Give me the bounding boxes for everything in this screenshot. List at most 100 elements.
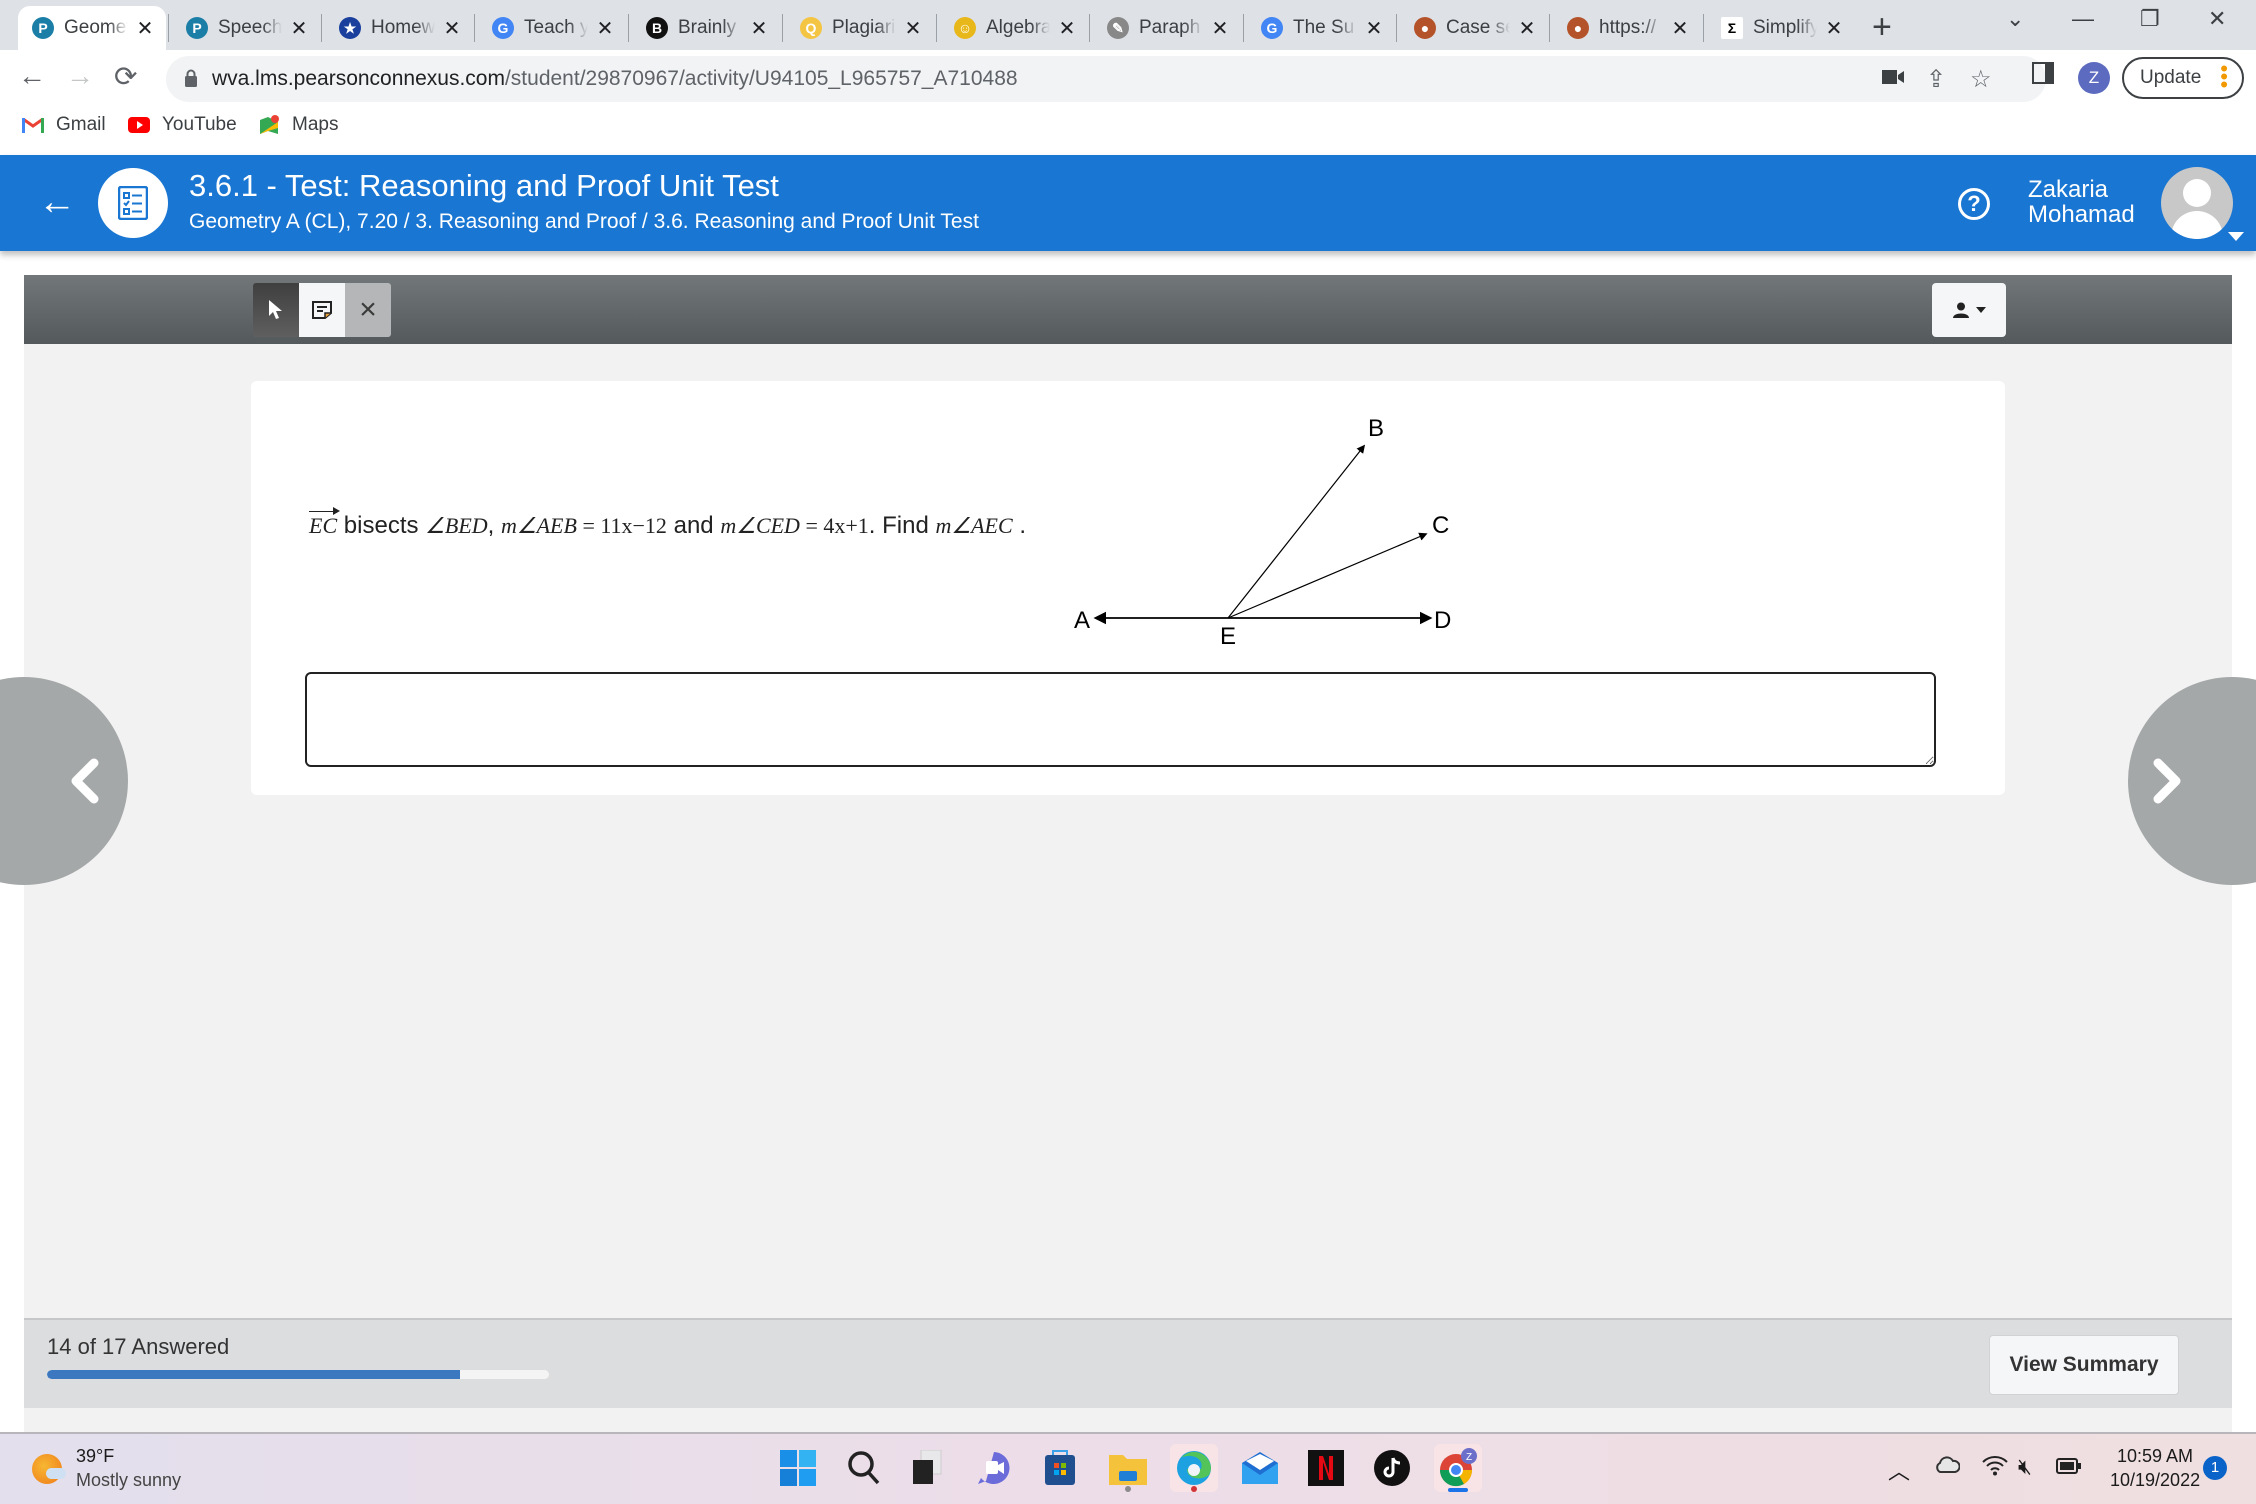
caret-down-icon[interactable] bbox=[2228, 232, 2244, 241]
pointer-tool-button[interactable] bbox=[253, 283, 299, 337]
onedrive-cloud-icon[interactable] bbox=[1934, 1454, 1961, 1480]
ray-ec bbox=[1227, 532, 1428, 619]
url-path: /student/29870967/activity/U94105_L96575… bbox=[504, 67, 1018, 90]
tab-title: Speech bbox=[218, 17, 282, 38]
start-button[interactable] bbox=[774, 1444, 822, 1492]
bookmark-gmail[interactable]: Gmail bbox=[22, 114, 106, 136]
forward-button[interactable]: → bbox=[66, 60, 94, 92]
help-icon[interactable]: ? bbox=[1958, 188, 1990, 220]
tab-title: Brainly bbox=[678, 17, 737, 38]
tab-close-icon[interactable]: ✕ bbox=[1516, 16, 1538, 41]
tab-close-icon[interactable]: ✕ bbox=[902, 16, 924, 41]
browser-tab[interactable]: P Speech ✕ bbox=[172, 6, 322, 50]
bookmark-maps[interactable]: Maps bbox=[258, 114, 338, 136]
microsoft-store-button[interactable] bbox=[1036, 1444, 1084, 1492]
browser-tab[interactable]: B Brainly ✕ bbox=[632, 6, 782, 50]
chrome-button[interactable]: Z bbox=[1434, 1444, 1482, 1492]
avatar[interactable] bbox=[2161, 167, 2233, 239]
url-host: wva.lms.pearsonconnexus.com bbox=[212, 67, 505, 90]
tab-close-icon[interactable]: ✕ bbox=[288, 16, 310, 41]
file-explorer-button[interactable] bbox=[1104, 1444, 1152, 1492]
person-icon bbox=[1953, 302, 1969, 318]
browser-tab[interactable]: Σ Simplify ✕ bbox=[1707, 6, 1857, 50]
update-button[interactable]: Update • • • bbox=[2122, 57, 2244, 99]
system-clock[interactable]: 10:59 AM 10/19/2022 bbox=[2110, 1444, 2200, 1492]
browser-tab[interactable]: ● Case se ✕ bbox=[1400, 6, 1550, 50]
browser-tab[interactable]: P Geometry ✕ bbox=[18, 6, 166, 50]
restore-icon[interactable]: ❐ bbox=[2140, 6, 2160, 32]
edge-button[interactable] bbox=[1170, 1444, 1218, 1492]
browser-tab[interactable]: ★ Homework ✕ bbox=[325, 6, 475, 50]
camera-icon[interactable] bbox=[1882, 65, 1906, 93]
tab-separator bbox=[1703, 14, 1704, 42]
browser-tab[interactable]: G The Su ✕ bbox=[1247, 6, 1397, 50]
user-name[interactable]: Zakaria Mohamad bbox=[2028, 177, 2135, 227]
task-view-button[interactable] bbox=[904, 1444, 952, 1492]
back-arrow-icon[interactable]: ← bbox=[38, 181, 76, 224]
bookmark-star-icon[interactable]: ☆ bbox=[1970, 65, 1992, 94]
tab-close-icon[interactable]: ✕ bbox=[1363, 16, 1385, 41]
label-d: D bbox=[1434, 607, 1451, 634]
task-view-icon bbox=[913, 1450, 942, 1484]
next-question-button[interactable] bbox=[2128, 677, 2256, 885]
address-bar[interactable]: wva.lms.pearsonconnexus.com/student/2987… bbox=[166, 56, 2046, 102]
search-icon bbox=[848, 1451, 880, 1485]
tab-close-icon[interactable]: ✕ bbox=[134, 16, 156, 41]
tab-close-icon[interactable]: ✕ bbox=[1823, 16, 1845, 41]
tab-close-icon[interactable]: ✕ bbox=[748, 16, 770, 41]
tab-close-icon[interactable]: ✕ bbox=[594, 16, 616, 41]
tab-search-chevron-icon[interactable]: ⌄ bbox=[2006, 6, 2024, 32]
netflix-button[interactable] bbox=[1302, 1444, 1350, 1492]
kebab-menu-icon: • • • bbox=[2220, 56, 2228, 97]
browser-tab[interactable]: Q Plagiari ✕ bbox=[786, 6, 936, 50]
sticky-note-tool-button[interactable] bbox=[299, 283, 345, 337]
url-text[interactable]: wva.lms.pearsonconnexus.com/student/2987… bbox=[212, 67, 1018, 91]
angle-diagram: A B C D E bbox=[1074, 416, 1451, 650]
browser-tab[interactable]: G Teach y ✕ bbox=[478, 6, 628, 50]
windows-logo-icon bbox=[780, 1450, 816, 1486]
update-label: Update bbox=[2140, 67, 2202, 88]
pearson-icon: P bbox=[32, 17, 54, 39]
annotation-toolbar: × bbox=[24, 275, 2232, 344]
profile-avatar[interactable]: Z bbox=[2078, 62, 2110, 94]
notification-badge[interactable]: 1 bbox=[2203, 1456, 2227, 1480]
google-icon: G bbox=[1261, 17, 1283, 39]
previous-question-button[interactable] bbox=[0, 677, 128, 885]
svg-text:Z: Z bbox=[1466, 1452, 1472, 1463]
wifi-icon[interactable] bbox=[1982, 1454, 2008, 1482]
label-a: A bbox=[1074, 607, 1090, 634]
partly-sunny-icon bbox=[32, 1454, 66, 1484]
search-button[interactable] bbox=[840, 1444, 888, 1492]
tab-close-icon[interactable]: ✕ bbox=[1209, 16, 1231, 41]
user-menu-button[interactable] bbox=[1932, 283, 2006, 337]
new-tab-button[interactable]: + bbox=[1872, 8, 1892, 47]
show-hidden-icons-chevron[interactable]: ︿ bbox=[1888, 1454, 1910, 1486]
quill-icon: ✎ bbox=[1107, 17, 1129, 39]
back-button[interactable]: ← bbox=[18, 60, 46, 92]
tab-close-icon[interactable]: ✕ bbox=[1056, 16, 1078, 41]
activity-checklist-icon bbox=[98, 168, 168, 238]
browser-tab[interactable]: ● https:// ✕ bbox=[1553, 6, 1703, 50]
side-panel-icon[interactable] bbox=[2032, 62, 2054, 91]
bookmark-youtube[interactable]: YouTube bbox=[128, 114, 237, 136]
close-window-icon[interactable]: ✕ bbox=[2208, 6, 2226, 32]
browser-tab[interactable]: ✎ Paraph ✕ bbox=[1093, 6, 1243, 50]
cursor-arrow-icon bbox=[269, 300, 282, 319]
share-icon[interactable]: ⇪ bbox=[1926, 65, 1946, 94]
label-b: B bbox=[1368, 416, 1384, 442]
answer-input[interactable] bbox=[305, 672, 1936, 767]
tab-close-icon[interactable]: ✕ bbox=[441, 16, 463, 41]
view-summary-button[interactable]: View Summary bbox=[1989, 1335, 2179, 1395]
tab-close-icon[interactable]: ✕ bbox=[1669, 16, 1691, 41]
reload-button[interactable]: ⟳ bbox=[114, 60, 137, 93]
close-tool-button[interactable]: × bbox=[345, 283, 391, 337]
battery-icon[interactable] bbox=[2056, 1454, 2082, 1480]
tiktok-button[interactable] bbox=[1368, 1444, 1416, 1492]
teams-chat-button[interactable] bbox=[970, 1444, 1018, 1492]
mail-button[interactable] bbox=[1236, 1444, 1284, 1492]
active-indicator bbox=[1191, 1486, 1197, 1492]
browser-tab[interactable]: ☺ Algebra ✕ bbox=[940, 6, 1090, 50]
minimize-icon[interactable]: — bbox=[2072, 6, 2094, 32]
volume-muted-icon[interactable]: 🔇︎ bbox=[2018, 1454, 2032, 1480]
activity-title: 3.6.1 - Test: Reasoning and Proof Unit T… bbox=[189, 168, 779, 203]
